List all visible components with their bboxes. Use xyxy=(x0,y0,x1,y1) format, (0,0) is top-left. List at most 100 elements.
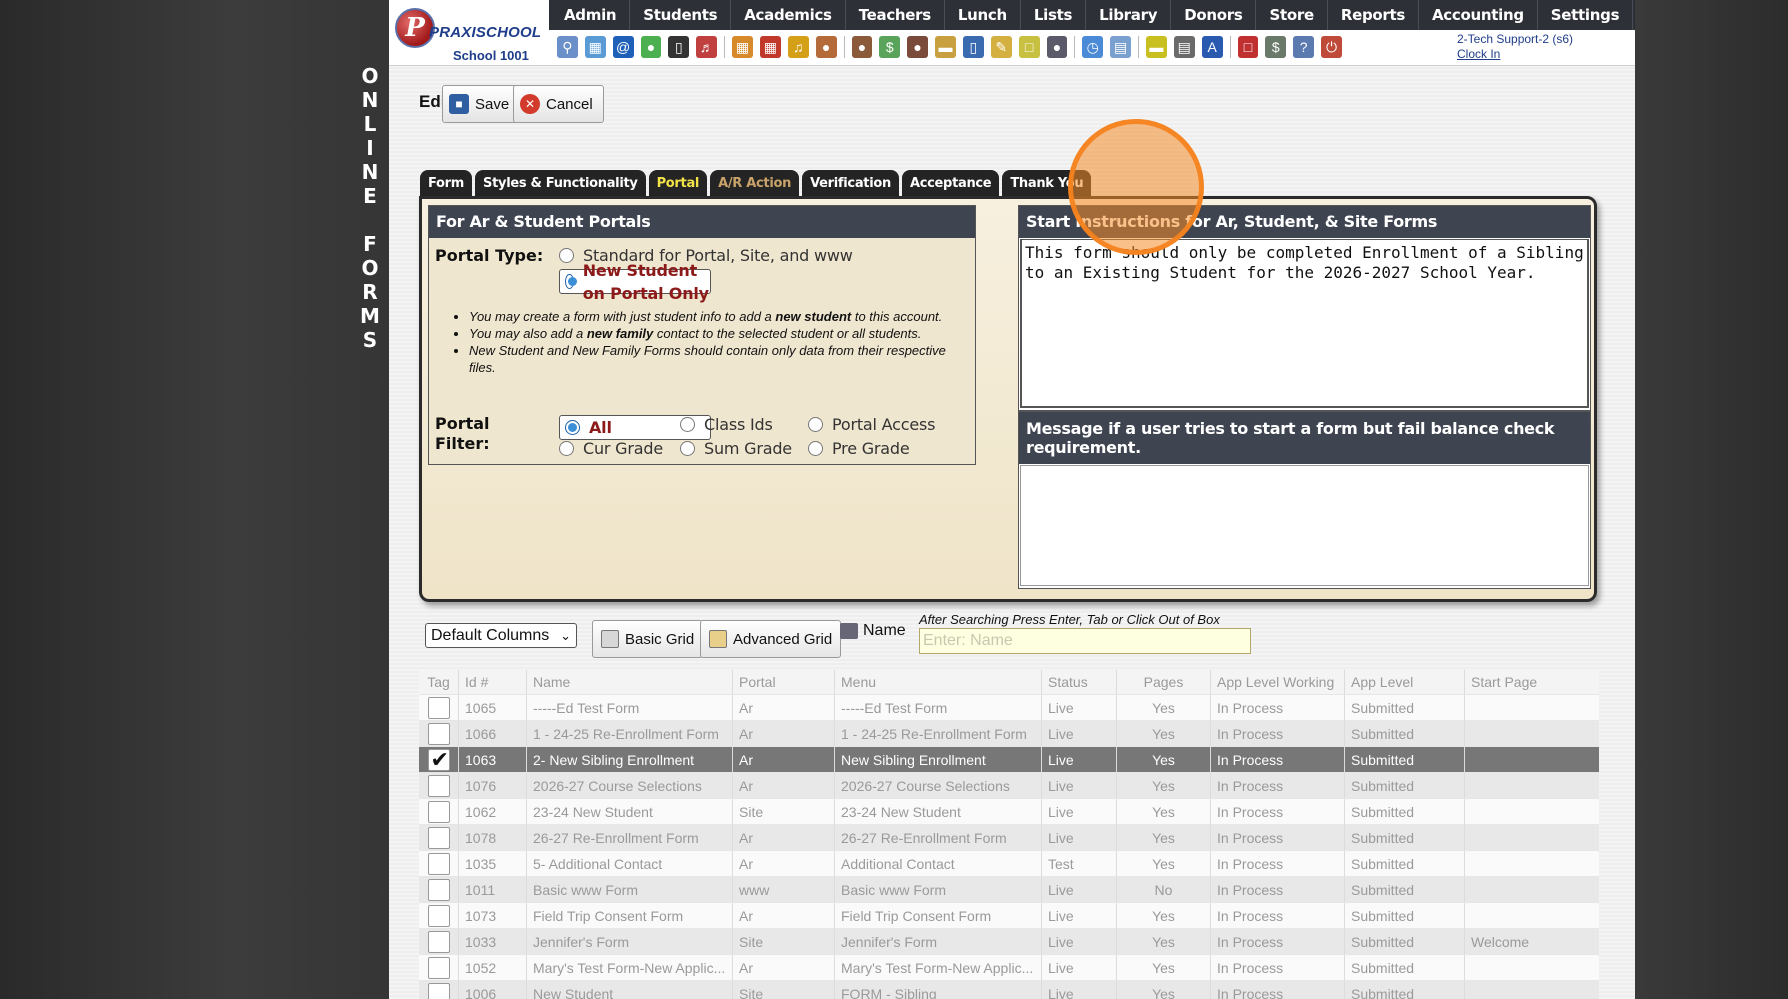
folder-icon[interactable]: □ xyxy=(1018,36,1040,58)
column-header[interactable]: Portal xyxy=(733,670,835,694)
clock-icon[interactable]: ◷ xyxy=(1082,36,1104,58)
tab-thank-you[interactable]: Thank You xyxy=(1002,170,1092,196)
nav-academics[interactable]: Academics xyxy=(731,0,846,30)
tag-checkbox[interactable] xyxy=(427,697,450,719)
calendar-grid-icon[interactable]: ▦ xyxy=(584,36,606,58)
ap-icon[interactable]: A xyxy=(1201,36,1223,58)
name-search-input[interactable]: Enter: Name xyxy=(919,628,1251,654)
column-header[interactable]: Pages xyxy=(1117,670,1211,694)
column-header[interactable]: Id # xyxy=(459,670,527,694)
table-row[interactable]: 1073 Field Trip Consent Form Ar Field Trip … xyxy=(419,903,1599,929)
search-icon[interactable]: ⚲ xyxy=(557,36,578,58)
save-button[interactable]: ■ Save xyxy=(442,85,521,123)
printer-icon[interactable]: ▤ xyxy=(1173,36,1195,58)
tag-checkbox[interactable] xyxy=(427,747,450,772)
nav-library[interactable]: Library xyxy=(1086,0,1172,30)
nav-donors[interactable]: Donors xyxy=(1171,0,1257,30)
megaphone-icon[interactable]: ♫ xyxy=(787,36,809,58)
advanced-grid-button[interactable]: Advanced Grid xyxy=(700,620,842,658)
tag-checkbox[interactable] xyxy=(427,983,450,999)
table-row[interactable]: 1078 26-27 Re-Enrollment Form Ar 26-27 Re-E… xyxy=(419,825,1599,851)
table-row[interactable]: 1006 New Student Site FORM - Sibling Live Yes… xyxy=(419,981,1599,999)
column-header[interactable]: Name xyxy=(527,670,733,694)
book-icon[interactable]: ▯ xyxy=(962,36,984,58)
card-icon[interactable]: ▬ xyxy=(1146,36,1167,58)
table-row[interactable]: 1062 23-24 New Student Site 23-24 New Stude… xyxy=(419,799,1599,825)
tag-checkbox[interactable] xyxy=(427,879,450,901)
portal-type-new-student-radio[interactable]: New Student on Portal Only xyxy=(559,261,711,303)
start-instructions-textarea[interactable]: This form should only be completed Enrol… xyxy=(1020,239,1589,408)
tab-a-r-action[interactable]: A/R Action xyxy=(710,170,800,196)
notes-icon[interactable]: ▤ xyxy=(1110,36,1132,58)
nav-ts[interactable]: TS xyxy=(1633,0,1635,30)
column-header[interactable]: Start Page xyxy=(1465,670,1599,694)
tab-verification[interactable]: Verification xyxy=(802,170,899,196)
column-header[interactable]: Menu xyxy=(835,670,1042,694)
filter-sum-grade-radio[interactable]: Sum Grade xyxy=(680,439,792,458)
nav-students[interactable]: Students xyxy=(630,0,732,30)
name-search-label: Name xyxy=(840,622,906,640)
columns-select[interactable]: Default Columns ⌄ xyxy=(425,623,577,648)
table-cell: Mary's Test Form-New Applic... xyxy=(527,955,733,980)
fail-message-textarea[interactable] xyxy=(1020,465,1589,586)
column-header[interactable]: Status xyxy=(1042,670,1117,694)
nav-store[interactable]: Store xyxy=(1256,0,1328,30)
chat-icon[interactable]: ● xyxy=(640,36,662,58)
filter-pre-grade-radio[interactable]: Pre Grade xyxy=(808,439,910,458)
cash-icon[interactable]: $ xyxy=(1265,36,1287,58)
pdf-icon[interactable]: □ xyxy=(1237,36,1259,58)
table-row[interactable]: 1065 -----Ed Test Form Ar -----Ed Test Form… xyxy=(419,695,1599,721)
nav-admin[interactable]: Admin xyxy=(551,0,631,30)
nav-accounting[interactable]: Accounting xyxy=(1419,0,1538,30)
nav-teachers[interactable]: Teachers xyxy=(846,0,945,30)
speaker-icon[interactable]: ♬ xyxy=(696,36,718,58)
tag-checkbox[interactable] xyxy=(427,723,450,745)
tag-checkbox[interactable] xyxy=(427,853,450,875)
basic-grid-button[interactable]: Basic Grid xyxy=(592,620,704,658)
nav-lunch[interactable]: Lunch xyxy=(945,0,1021,30)
lunch-icon[interactable]: ▬ xyxy=(935,36,956,58)
tab-form[interactable]: Form xyxy=(420,170,473,196)
filter-portal-access-radio[interactable]: Portal Access xyxy=(808,415,935,434)
tab-acceptance[interactable]: Acceptance xyxy=(901,170,1000,196)
person-icon[interactable]: ● xyxy=(815,36,837,58)
column-header[interactable]: Tag xyxy=(419,670,459,694)
teacher-icon[interactable]: ● xyxy=(851,36,873,58)
table-row[interactable]: 1052 Mary's Test Form-New Applic... Ar Mary… xyxy=(419,955,1599,981)
phone-icon[interactable]: ▯ xyxy=(668,36,690,58)
group-icon[interactable]: ● xyxy=(907,36,929,58)
nav-lists[interactable]: Lists xyxy=(1021,0,1087,30)
table-row[interactable]: 1033 Jennifer's Form Site Jennifer's Form Li… xyxy=(419,929,1599,955)
tag-cell xyxy=(419,825,459,850)
tag-checkbox[interactable] xyxy=(427,801,450,823)
pencil-icon[interactable]: ✎ xyxy=(990,36,1012,58)
nav-settings[interactable]: Settings xyxy=(1538,0,1634,30)
money-icon[interactable]: $ xyxy=(879,36,901,58)
table-row[interactable]: 10632- New Sibling EnrollmentArNew Sibli… xyxy=(419,747,1599,773)
tag-checkbox[interactable] xyxy=(427,775,450,797)
filter-cur-grade-radio[interactable]: Cur Grade xyxy=(559,439,663,458)
praxischool-logo[interactable]: P PRAXISCHOOL School 1001 xyxy=(391,2,549,64)
column-header[interactable]: App Level xyxy=(1345,670,1465,694)
filter-class-ids-radio[interactable]: Class Ids xyxy=(680,415,773,434)
email-icon[interactable]: @ xyxy=(612,36,634,58)
help-icon[interactable]: ? xyxy=(1293,36,1315,58)
tab-portal[interactable]: Portal xyxy=(648,170,708,196)
power-icon[interactable]: ⏻ xyxy=(1321,36,1342,58)
table-row[interactable]: 1076 2026-27 Course Selections Ar 2026-27 C… xyxy=(419,773,1599,799)
tag-checkbox[interactable] xyxy=(427,957,450,979)
table-row[interactable]: 1035 5- Additional Contact Ar Additional Co… xyxy=(419,851,1599,877)
cancel-button[interactable]: ✕ Cancel xyxy=(513,85,604,123)
clock-in-link[interactable]: Clock In xyxy=(1457,47,1573,62)
schedule-icon[interactable]: ▦ xyxy=(732,36,753,58)
nav-reports[interactable]: Reports xyxy=(1328,0,1419,30)
tab-styles-functionality[interactable]: Styles & Functionality xyxy=(475,170,646,196)
tag-checkbox[interactable] xyxy=(427,827,450,849)
user-tie-icon[interactable]: ● xyxy=(1046,36,1068,58)
table-row[interactable]: 1011 Basic www Form www Basic www Form Live N… xyxy=(419,877,1599,903)
tag-checkbox[interactable] xyxy=(427,905,450,927)
tag-checkbox[interactable] xyxy=(427,931,450,953)
calendar-icon[interactable]: ▦ xyxy=(759,36,781,58)
column-header[interactable]: App Level Working xyxy=(1211,670,1345,694)
table-row[interactable]: 1066 1 - 24-25 Re-Enrollment Form Ar 1 - 24… xyxy=(419,721,1599,747)
